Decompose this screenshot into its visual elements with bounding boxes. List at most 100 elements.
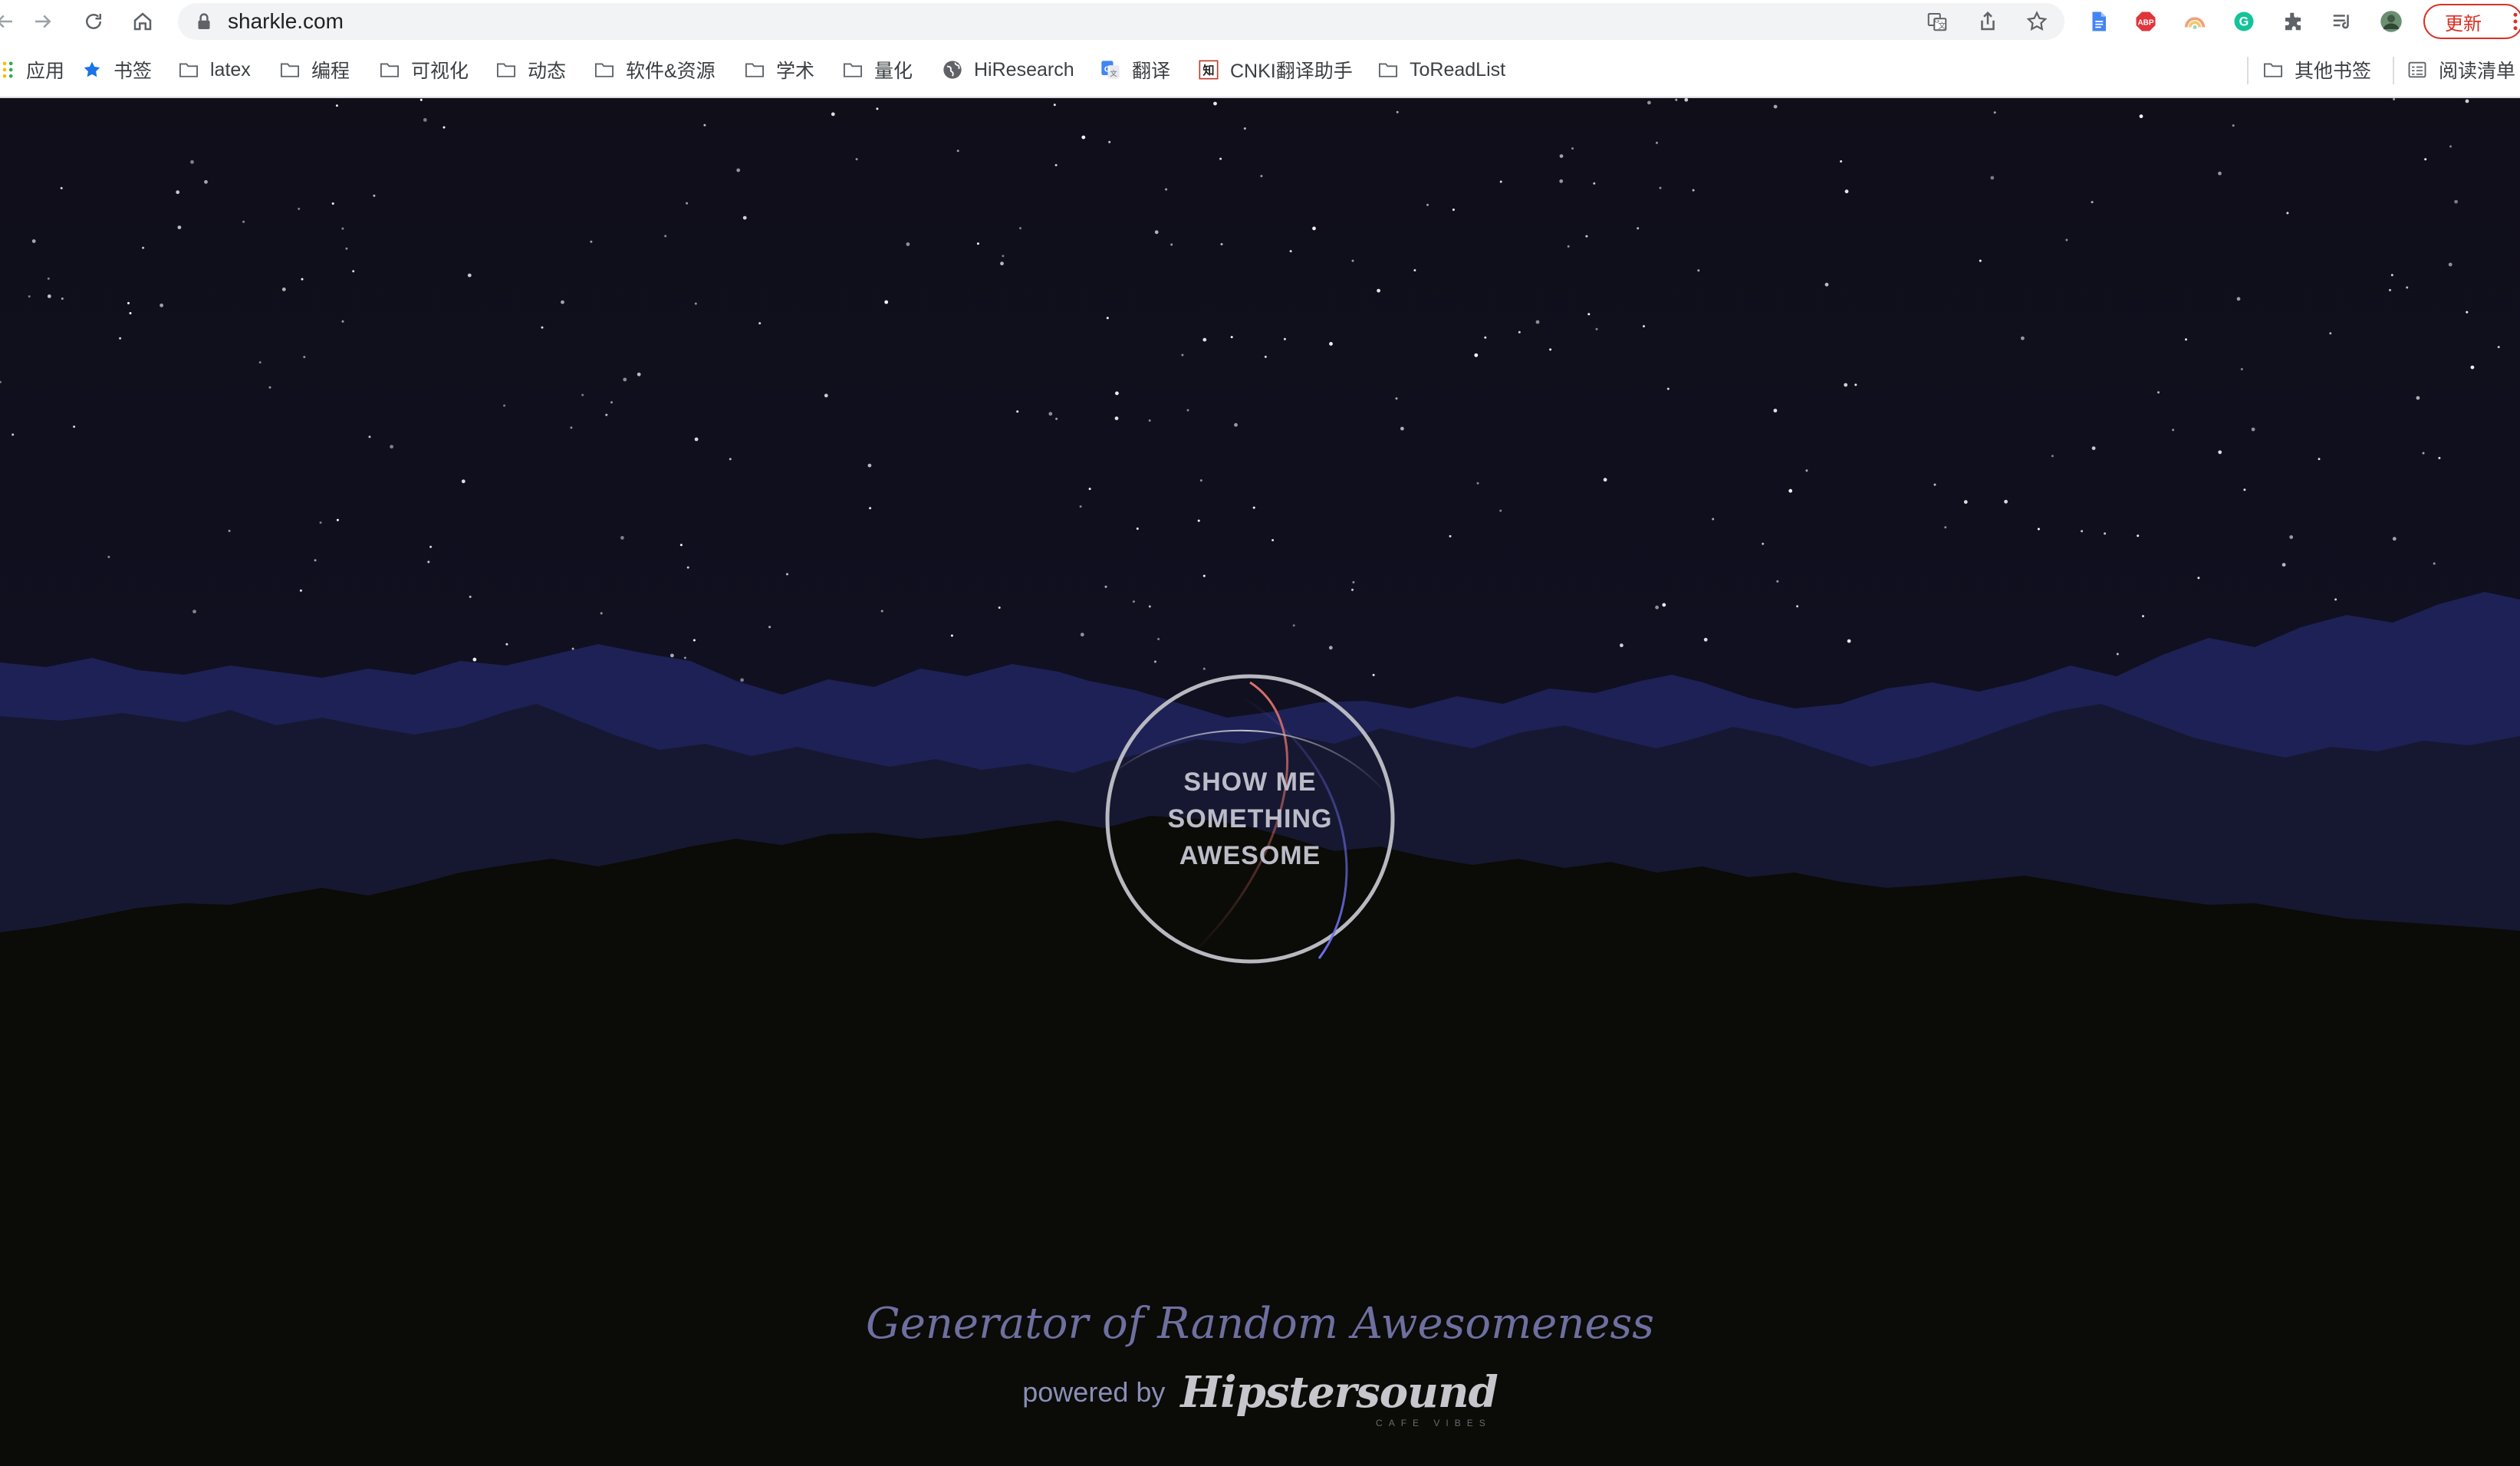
star — [73, 426, 76, 428]
star — [2137, 534, 2140, 537]
bookmark-quant[interactable]: 量化 — [842, 55, 913, 84]
bookmark-toreadlist[interactable]: ToReadList — [1377, 55, 1505, 84]
star — [107, 555, 110, 558]
star — [976, 242, 979, 245]
star — [694, 302, 697, 305]
star — [2465, 99, 2469, 104]
bookmark-academic[interactable]: 学术 — [744, 55, 814, 84]
star — [1312, 226, 1316, 231]
bookmark-cnki[interactable]: 知 CNKI翻译助手 — [1198, 55, 1353, 84]
star — [127, 301, 130, 304]
star — [884, 300, 889, 304]
star — [467, 273, 472, 278]
star — [1844, 383, 1848, 387]
address-bar[interactable] — [178, 3, 2064, 40]
star — [1499, 509, 1502, 512]
back-arrow-icon[interactable] — [0, 8, 18, 35]
star — [1684, 98, 1689, 102]
star — [12, 433, 15, 436]
star — [331, 202, 334, 205]
profile-avatar-icon[interactable] — [2377, 8, 2405, 35]
reload-icon[interactable] — [80, 8, 107, 35]
show-me-something-awesome-button[interactable]: SHOW ME SOMETHING AWESOME — [1106, 675, 1394, 963]
forward-arrow-icon[interactable] — [29, 8, 57, 35]
star — [768, 626, 771, 629]
bookmark-other-bookmarks[interactable]: 其他书签 — [2262, 55, 2371, 84]
globe-icon — [942, 59, 963, 81]
star — [301, 278, 304, 281]
star — [1593, 182, 1596, 185]
menu-kebab-icon[interactable] — [2502, 8, 2520, 35]
folder-icon — [1377, 59, 1399, 81]
media-queue-icon[interactable] — [2328, 8, 2356, 35]
star — [1805, 469, 1808, 472]
star — [505, 643, 508, 646]
bookmark-apps[interactable]: 应用 — [0, 55, 64, 84]
star — [176, 190, 180, 195]
star — [1157, 638, 1160, 640]
star — [1595, 327, 1598, 330]
docs-extension-icon[interactable] — [2084, 8, 2112, 35]
rainbow-extension-icon[interactable] — [2181, 8, 2209, 35]
star — [1108, 140, 1111, 143]
bookmark-software-resources[interactable]: 软件&资源 — [594, 55, 716, 84]
adblock-plus-icon[interactable]: ABP — [2132, 8, 2160, 35]
star — [1426, 203, 1429, 206]
folder-icon — [379, 59, 400, 81]
extensions-puzzle-icon[interactable] — [2279, 8, 2307, 35]
reading-list-button[interactable]: 阅读清单 — [2407, 55, 2515, 84]
star — [1655, 605, 1660, 610]
star — [429, 545, 433, 548]
star — [1351, 588, 1354, 591]
grammarly-icon[interactable]: G — [2230, 8, 2258, 35]
powered-by-text: powered by — [1022, 1376, 1166, 1408]
star — [1585, 235, 1588, 238]
star — [1328, 646, 1333, 650]
star — [1847, 639, 1851, 643]
star — [1055, 417, 1058, 420]
svg-text:文: 文 — [1938, 21, 1946, 31]
star — [1165, 188, 1168, 191]
star — [1230, 336, 1233, 339]
star — [319, 521, 322, 524]
star — [1535, 320, 1540, 324]
star — [1413, 269, 1416, 271]
star — [2497, 346, 2500, 349]
star — [2218, 171, 2222, 176]
bookmark-programming[interactable]: 编程 — [279, 55, 350, 84]
star — [1662, 603, 1666, 607]
svg-text:G: G — [2239, 15, 2249, 29]
bookmark-hiresearch[interactable]: HiResearch — [942, 55, 1074, 84]
star — [2157, 391, 2160, 394]
star — [2448, 262, 2453, 267]
lock-icon[interactable] — [190, 8, 218, 35]
bookmark-translate[interactable]: G文 翻译 — [1100, 55, 1170, 84]
bookmark-label: latex — [210, 58, 251, 81]
star — [2389, 288, 2391, 291]
star — [1148, 419, 1151, 422]
star — [2037, 528, 2040, 531]
star — [242, 220, 245, 223]
star — [2438, 456, 2441, 459]
bookmark-dynamics[interactable]: 动态 — [495, 55, 566, 84]
star — [341, 227, 344, 230]
star — [1106, 317, 1109, 320]
bookmark-bookmarks[interactable]: 书签 — [81, 55, 152, 84]
bookmark-star-icon[interactable] — [2023, 8, 2051, 35]
bookmark-latex[interactable]: latex — [178, 55, 251, 84]
svg-text:知: 知 — [1202, 64, 1214, 77]
star — [1132, 600, 1135, 603]
star — [1202, 337, 1207, 342]
star — [2422, 452, 2425, 455]
hipstersound-logo[interactable]: Hipstersound CAFE VIBES — [1180, 1367, 1498, 1428]
star — [2240, 368, 2243, 370]
translate-page-icon[interactable]: G文 — [1923, 8, 1951, 35]
bookmark-visualization[interactable]: 可视化 — [379, 55, 469, 84]
home-icon[interactable] — [129, 8, 156, 35]
star — [1197, 519, 1200, 522]
browser-toolbar: sharkle.com G文 ABP G 更新 — [0, 0, 2520, 43]
url-text[interactable]: sharkle.com — [228, 8, 344, 35]
share-icon[interactable] — [1974, 8, 2002, 35]
star — [686, 566, 689, 569]
star — [1272, 539, 1275, 541]
